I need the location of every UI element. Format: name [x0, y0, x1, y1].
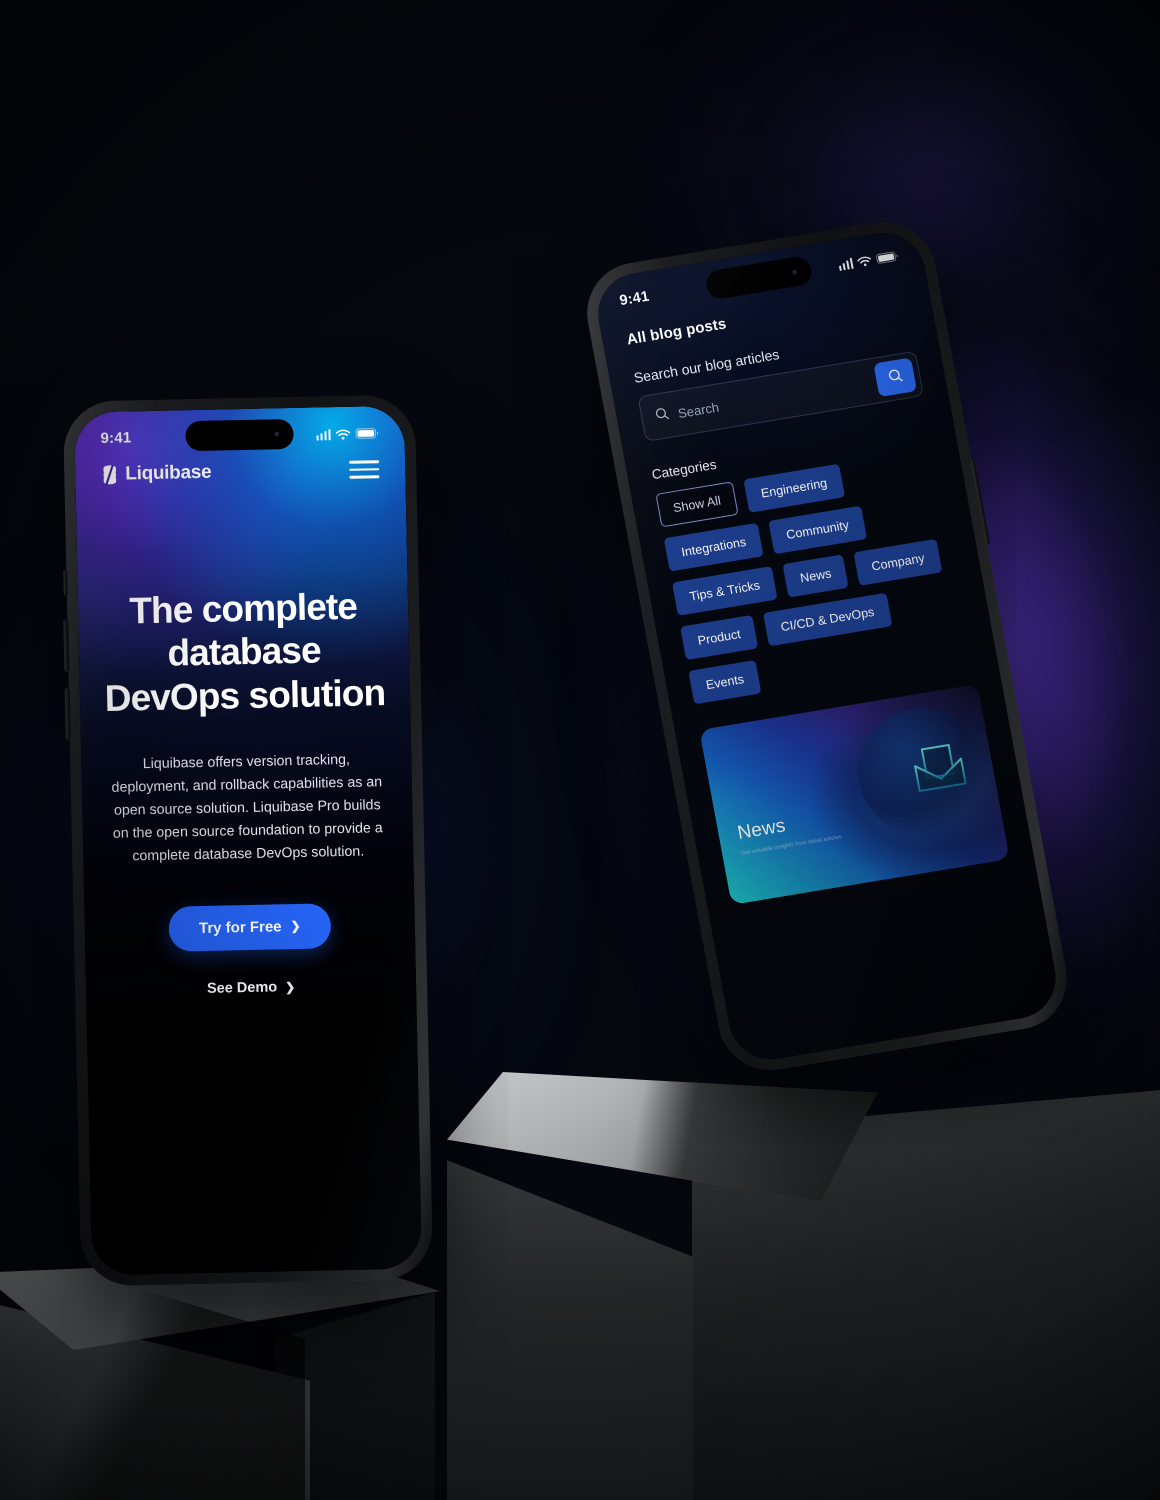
- news-card-text: News Get valuable insights from latest a…: [736, 807, 842, 856]
- category-chip[interactable]: Community: [768, 505, 867, 555]
- logo-wordmark: Liquibase: [125, 461, 212, 485]
- phone-left-mute-switch[interactable]: [63, 569, 68, 596]
- hamburger-menu-icon[interactable]: [349, 460, 380, 479]
- phone-device-homepage: Liquibase The complete database DevOps s…: [62, 394, 434, 1287]
- battery-icon: [875, 250, 899, 264]
- category-chip[interactable]: Company: [853, 538, 943, 586]
- cellular-signal-icon: [316, 428, 331, 440]
- news-promo-card[interactable]: News Get valuable insights from latest a…: [699, 683, 1010, 906]
- chevron-right-icon: ❯: [284, 979, 296, 994]
- status-bar-icons: [316, 427, 379, 440]
- see-demo-label: See Demo: [206, 978, 278, 997]
- hero-body-text: Liquibase offers version tracking, deplo…: [111, 751, 383, 865]
- product-mockup-scene: All blog posts Search our blog articles: [0, 0, 1160, 1500]
- category-chip-list: Show All Engineering Integrations Community…: [655, 448, 972, 705]
- category-chip[interactable]: Product: [680, 614, 759, 661]
- status-bar-time: 9:41: [100, 429, 132, 447]
- search-icon: [886, 367, 904, 387]
- phone-left-screen-bezel: Liquibase The complete database DevOps s…: [73, 405, 423, 1276]
- cellular-signal-icon: [837, 257, 854, 271]
- category-chip[interactable]: Integrations: [663, 522, 764, 572]
- try-for-free-label: Try for Free: [198, 917, 282, 937]
- hero-section: The complete database DevOps solution Li…: [78, 584, 417, 1000]
- phone-left-volume-down-button[interactable]: [64, 687, 71, 740]
- category-chip[interactable]: Engineering: [743, 463, 845, 513]
- wifi-icon: [857, 254, 873, 267]
- phone-left-volume-up-button[interactable]: [63, 619, 70, 672]
- wifi-icon: [335, 428, 351, 440]
- site-header: Liquibase: [75, 458, 405, 487]
- see-demo-button[interactable]: See Demo ❯: [206, 978, 296, 997]
- status-bar-icons: [837, 250, 899, 271]
- category-chip[interactable]: CI/CD & DevOps: [763, 592, 893, 647]
- liquibase-logo-mark: [103, 464, 117, 486]
- search-icon: [654, 405, 671, 426]
- status-bar: 9:41: [74, 406, 405, 451]
- liquibase-logo[interactable]: Liquibase: [101, 462, 211, 486]
- category-chip[interactable]: Tips & Tricks: [671, 565, 778, 616]
- status-bar-time: 9:41: [618, 288, 651, 310]
- hero-title: The complete database DevOps solution: [104, 585, 386, 719]
- homepage-screen: Liquibase The complete database DevOps s…: [73, 405, 423, 1276]
- battery-icon: [355, 427, 379, 439]
- try-for-free-button[interactable]: Try for Free ❯: [168, 902, 332, 952]
- category-chip[interactable]: Events: [688, 659, 762, 705]
- envelope-document-icon: [902, 729, 975, 805]
- category-chip[interactable]: Show All: [655, 481, 739, 528]
- chevron-right-icon: ❯: [290, 918, 301, 934]
- search-submit-button[interactable]: [873, 357, 918, 398]
- category-chip[interactable]: News: [782, 554, 850, 598]
